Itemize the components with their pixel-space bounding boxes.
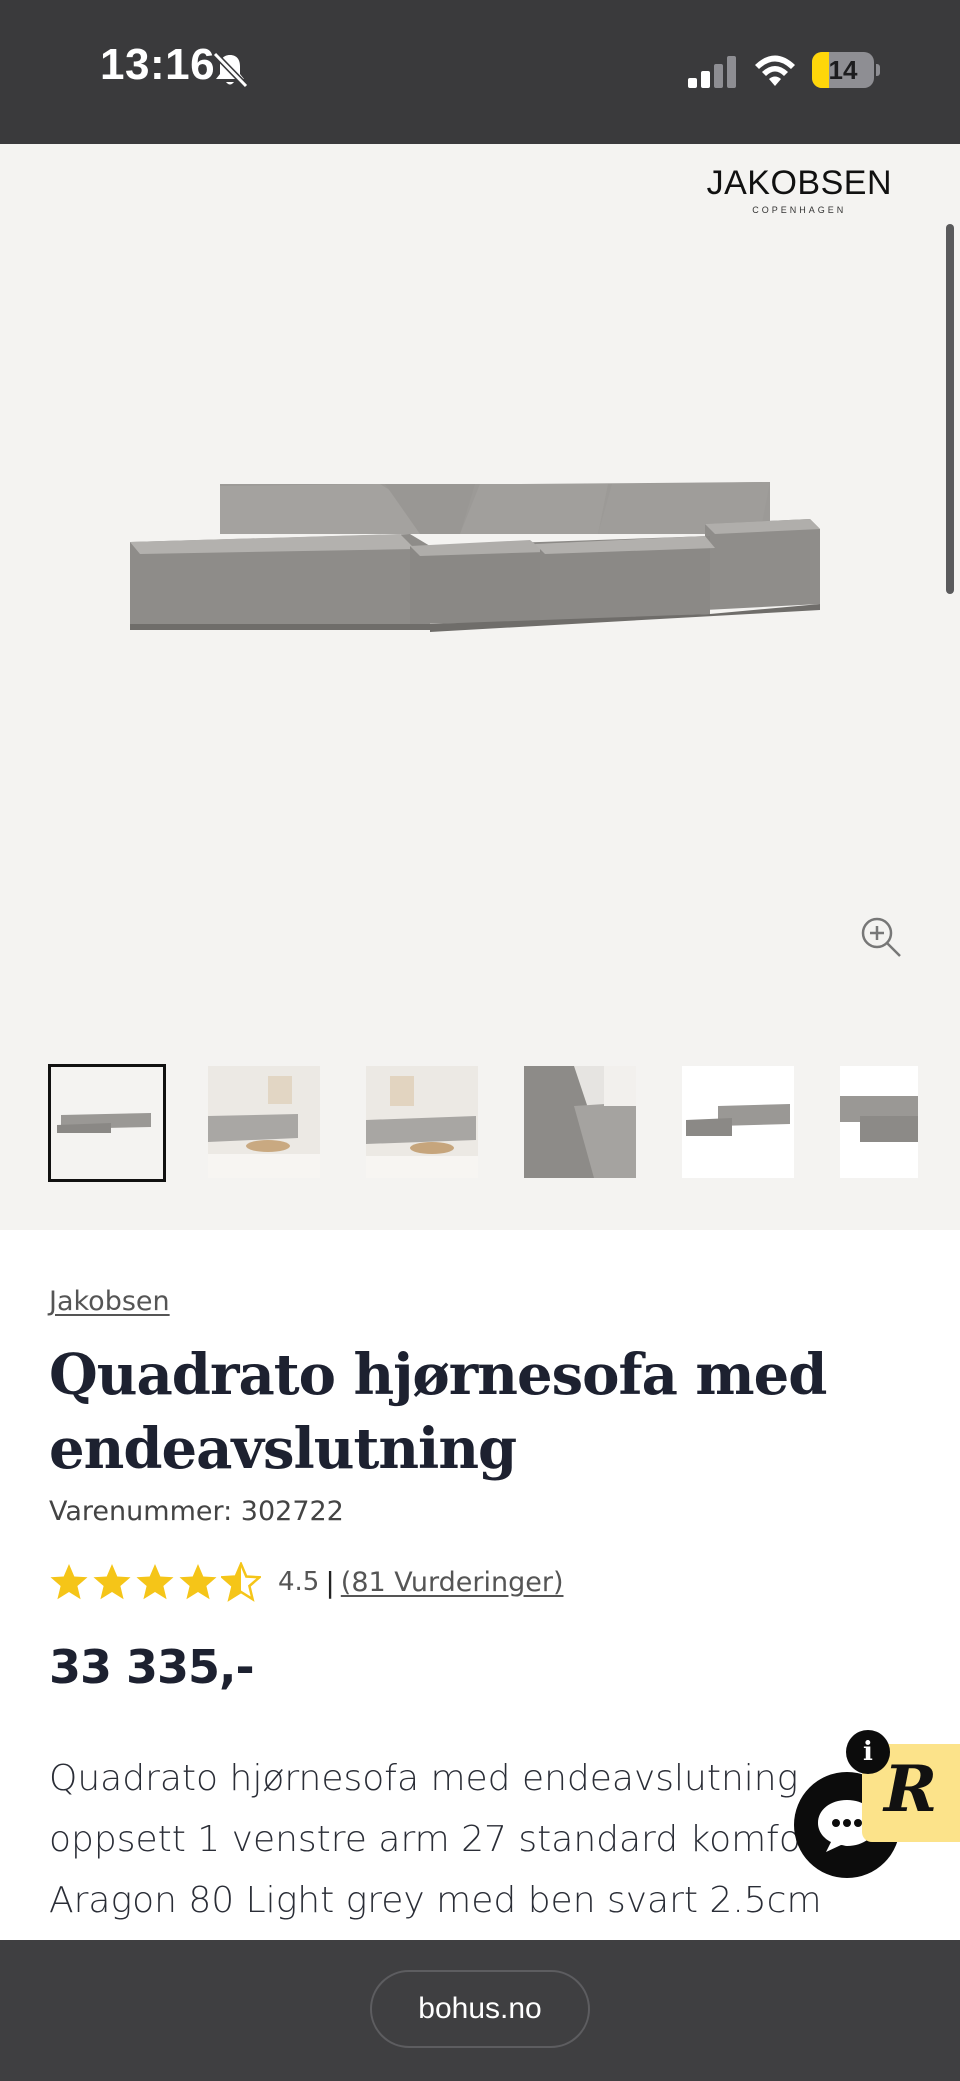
rating-row: 4.5 | (81 Vurderinger) [49,1560,564,1604]
main-product-image[interactable] [130,474,830,674]
status-bar: 13:16 14 [0,0,960,144]
thumbnail-strip[interactable] [48,1064,918,1184]
product-price: 33 335,- [49,1640,255,1694]
rating-value: 4.5 [278,1567,320,1597]
thumbnail-1[interactable] [48,1064,166,1182]
url-bar[interactable]: bohus.no [370,1970,590,2048]
brand-logo: JAKOBSEN COPENHAGEN [706,164,892,215]
battery-icon: 14 [812,52,880,88]
rating-separator: | [325,1565,335,1599]
star-full-icon [50,1564,88,1600]
thumbnail-5[interactable] [682,1066,794,1178]
star-half-icon [221,1562,261,1602]
wifi-icon [755,55,795,86]
star-full-icon [136,1564,174,1600]
brand-link[interactable]: Jakobsen [49,1286,170,1317]
star-full-icon [179,1564,217,1600]
star-full-icon [93,1564,131,1600]
product-sku: Varenummer: 302722 [49,1496,344,1527]
zoom-in-icon[interactable] [858,914,904,960]
reviews-link[interactable]: (81 Vurderinger) [341,1567,564,1598]
bell-slash-icon [212,51,249,89]
thumbnail-4[interactable] [524,1066,636,1178]
browser-bar: bohus.no [0,1940,960,2081]
product-gallery[interactable]: JAKOBSEN COPENHAGEN [0,144,960,1230]
thumbnail-6[interactable] [840,1066,918,1178]
product-description: Quadrato hjørnesofa med endeavslutning o… [49,1758,830,1921]
status-time: 13:16 [100,40,216,89]
info-badge[interactable]: i [846,1730,890,1774]
cellular-signal-icon [688,56,736,88]
product-title: Quadrato hjørnesofa med endeavslutning [49,1342,827,1482]
thumbnail-3[interactable] [366,1066,478,1178]
r-widget-label: R [884,1752,938,1827]
thumbnail-2[interactable] [208,1066,320,1178]
battery-level-label: 14 [828,55,858,85]
gallery-scrollbar[interactable] [946,224,954,594]
